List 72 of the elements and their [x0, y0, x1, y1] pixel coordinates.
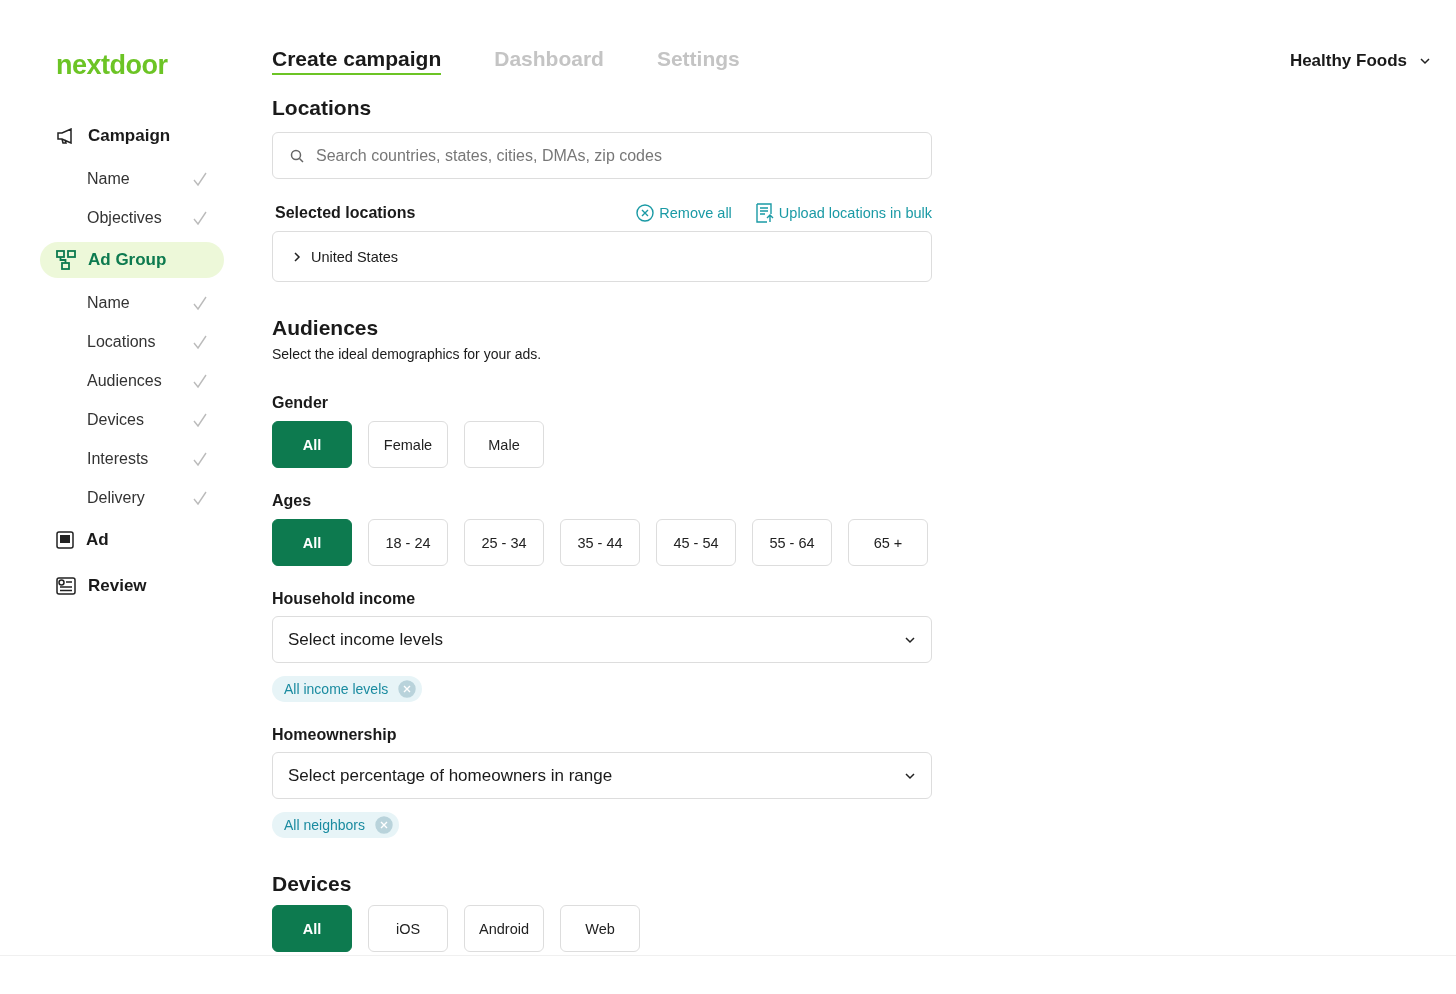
remove-circle-icon[interactable] — [636, 204, 655, 222]
action-link[interactable]: Upload locations in bulk — [755, 203, 932, 223]
check-icon — [192, 372, 208, 389]
sidebar-item[interactable]: Devices — [40, 400, 224, 439]
option-button[interactable]: 65 + — [848, 519, 928, 566]
option-button[interactable]: Female — [368, 421, 448, 468]
sidebar-item-label: Name — [87, 169, 130, 188]
account-menu[interactable]: Healthy Foods — [1289, 51, 1431, 71]
check-icon — [192, 489, 208, 506]
chevron-right-icon — [291, 250, 303, 263]
field-label: Selected locations — [275, 204, 416, 222]
option-button[interactable]: 18 - 24 — [368, 519, 448, 566]
field-label: Ages — [272, 492, 313, 510]
sidebar-item-label: Objectives — [87, 208, 162, 227]
section-title: Audiences — [272, 316, 380, 340]
filter-chip: All neighbors — [272, 812, 399, 838]
sidebar-item[interactable]: Objectives — [40, 198, 224, 237]
option-button[interactable]: All — [272, 519, 352, 566]
option-button[interactable]: 45 - 54 — [656, 519, 736, 566]
option-button[interactable]: Android — [464, 905, 544, 952]
sidebar-item-label: Devices — [87, 410, 144, 429]
sidebar-section[interactable]: Campaign — [40, 118, 224, 154]
section-title: Devices — [272, 872, 353, 896]
option-button[interactable]: All — [272, 905, 352, 952]
check-icon — [192, 170, 208, 187]
field-label: Household income — [272, 590, 417, 608]
checklist-icon — [56, 577, 76, 595]
section-subtitle: Select the ideal demographics for your ads. — [272, 346, 543, 362]
sidebar-item-label: Locations — [87, 332, 156, 351]
dropdown-select[interactable]: Select percentage of homeowners in range — [272, 752, 932, 799]
check-icon — [192, 411, 208, 428]
search-field[interactable]: Search countries, states, cities, DMAs, zip codes — [272, 132, 932, 179]
field-label: Homeownership — [272, 726, 398, 744]
clear-icon[interactable] — [398, 680, 417, 698]
group-icon — [56, 250, 76, 270]
location-row[interactable]: United States — [272, 231, 932, 282]
sidebar-section[interactable]: Review — [40, 568, 224, 604]
sidebar-section[interactable]: Ad Group — [40, 242, 224, 278]
ad-icon — [56, 531, 74, 549]
sidebar-item-label: Name — [87, 293, 130, 312]
sidebar-item-label: Delivery — [87, 488, 145, 507]
search-icon — [290, 149, 304, 163]
dropdown-select[interactable]: Select income levels — [272, 616, 932, 663]
logo: nextdoor — [56, 50, 168, 81]
sidebar-item[interactable]: Locations — [40, 322, 224, 361]
section-title: Locations — [272, 96, 373, 120]
sidebar-item[interactable]: Name — [40, 283, 224, 322]
option-button[interactable]: Male — [464, 421, 544, 468]
sidebar-section[interactable]: Ad — [40, 522, 224, 558]
check-icon — [192, 333, 208, 350]
check-icon — [192, 209, 208, 226]
option-button[interactable]: Web — [560, 905, 640, 952]
chevron-down-icon — [1419, 55, 1431, 67]
option-button[interactable]: 55 - 64 — [752, 519, 832, 566]
option-button[interactable]: 35 - 44 — [560, 519, 640, 566]
check-icon — [192, 450, 208, 467]
field-label: Gender — [272, 394, 329, 412]
sidebar-item-label: Audiences — [87, 371, 162, 390]
sidebar-item[interactable]: Audiences — [40, 361, 224, 400]
location-label: United States — [311, 248, 399, 265]
sidebar-item[interactable]: Interests — [40, 439, 224, 478]
option-button[interactable]: 25 - 34 — [464, 519, 544, 566]
option-button[interactable]: iOS — [368, 905, 448, 952]
clear-icon[interactable] — [374, 816, 393, 834]
sidebar-item[interactable]: Delivery — [40, 478, 224, 517]
upload-document-icon — [755, 203, 774, 223]
check-icon — [192, 294, 208, 311]
option-button[interactable]: All — [272, 421, 352, 468]
sidebar-item-label: Interests — [87, 449, 149, 468]
sidebar-item[interactable]: Name — [40, 159, 224, 198]
filter-chip: All income levels — [272, 676, 423, 702]
nav-tab[interactable]: Create campaign — [272, 47, 442, 75]
